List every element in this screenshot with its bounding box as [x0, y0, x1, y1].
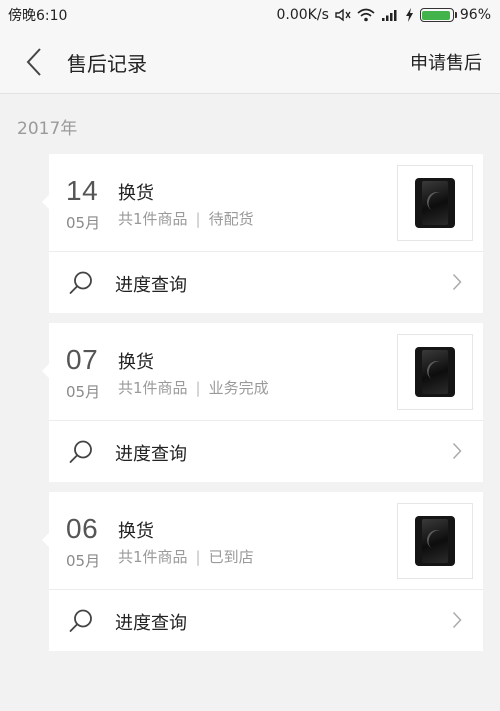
status-right: 0.00K/s 96%	[277, 7, 492, 23]
battery-percent: 96%	[459, 7, 491, 23]
separator: |	[195, 209, 201, 228]
record-day: 06	[66, 513, 99, 544]
chevron-left-icon	[26, 48, 41, 76]
record-month: 05月	[66, 383, 101, 401]
status-bar: 傍晚6:10 0.00K/s 96%	[0, 0, 500, 30]
record-day: 14	[66, 175, 99, 206]
item-count: 共1件商品	[118, 548, 188, 566]
phone-image	[415, 516, 455, 566]
product-thumbnail	[397, 334, 473, 410]
chevron-right-icon	[452, 442, 462, 460]
search-icon	[69, 271, 92, 294]
product-thumbnail	[397, 165, 473, 241]
product-thumbnail	[397, 503, 473, 579]
status-time: 傍晚6:10	[8, 8, 68, 24]
record-description: 共1件商品 | 待配货	[118, 208, 254, 229]
progress-query-label: 进度查询	[115, 275, 187, 296]
separator: |	[195, 547, 201, 566]
record-month: 05月	[66, 552, 101, 570]
phone-image	[415, 178, 455, 228]
progress-query-row[interactable]: 进度查询	[49, 252, 483, 313]
record-summary[interactable]: 14 05月 换货 共1件商品 | 待配货	[49, 154, 483, 251]
year-label: 2017年	[17, 119, 78, 139]
apply-after-sales-button[interactable]: 申请售后	[410, 49, 482, 75]
chevron-right-icon	[452, 273, 462, 291]
progress-query-label: 进度查询	[115, 444, 187, 465]
progress-query-row[interactable]: 进度查询	[49, 590, 483, 651]
record-summary[interactable]: 07 05月 换货 共1件商品 | 业务完成	[49, 323, 483, 420]
record-card: 06 05月 换货 共1件商品 | 已到店 进度查询	[42, 492, 483, 651]
signal-icon	[381, 8, 399, 22]
battery-fill	[422, 10, 451, 20]
record-type: 换货	[118, 521, 154, 542]
header: 售后记录 申请售后	[0, 30, 500, 94]
record-status: 已到店	[208, 548, 254, 566]
search-icon	[69, 609, 92, 632]
charging-icon	[405, 8, 414, 22]
search-icon	[69, 440, 92, 463]
record-type: 换货	[118, 183, 154, 204]
wifi-icon	[357, 8, 375, 22]
record-type: 换货	[118, 352, 154, 373]
record-status: 待配货	[208, 210, 254, 228]
separator: |	[195, 378, 201, 397]
item-count: 共1件商品	[118, 379, 188, 397]
progress-query-row[interactable]: 进度查询	[49, 421, 483, 482]
mute-icon	[335, 8, 351, 22]
record-summary[interactable]: 06 05月 换货 共1件商品 | 已到店	[49, 492, 483, 589]
record-description: 共1件商品 | 业务完成	[118, 377, 269, 398]
chevron-right-icon	[452, 611, 462, 629]
record-month: 05月	[66, 214, 101, 232]
record-status: 业务完成	[208, 379, 269, 397]
progress-query-label: 进度查询	[115, 613, 187, 634]
item-count: 共1件商品	[118, 210, 188, 228]
record-card: 07 05月 换货 共1件商品 | 业务完成 进度查询	[42, 323, 483, 482]
network-speed: 0.00K/s	[276, 7, 329, 23]
battery-icon	[419, 8, 457, 22]
page-title: 售后记录	[67, 52, 147, 76]
record-day: 07	[66, 344, 99, 375]
phone-image	[415, 347, 455, 397]
record-card: 14 05月 换货 共1件商品 | 待配货 进度查询	[42, 154, 483, 313]
back-button[interactable]	[16, 44, 52, 80]
record-description: 共1件商品 | 已到店	[118, 546, 254, 567]
